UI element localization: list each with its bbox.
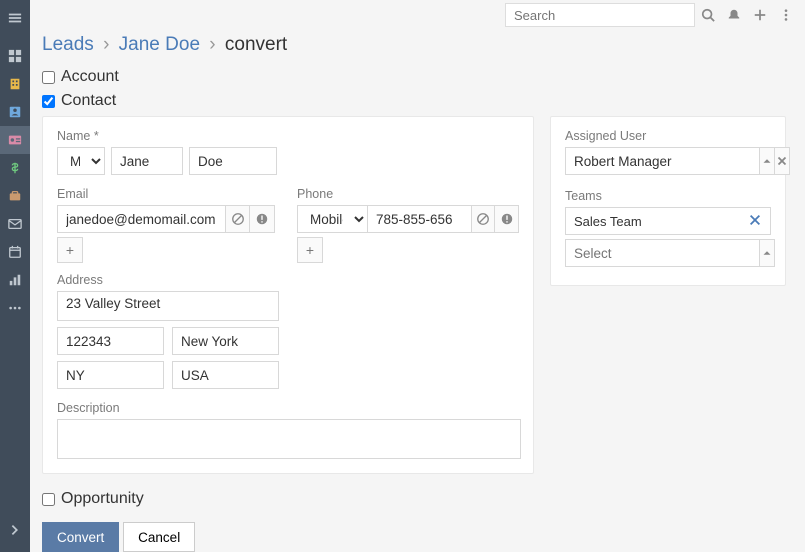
contact-panel: Name * Ms. Email +	[42, 116, 534, 474]
quick-create-icon[interactable]	[747, 3, 773, 27]
description-label: Description	[57, 401, 519, 415]
state-field[interactable]	[57, 361, 164, 389]
country-field[interactable]	[172, 361, 279, 389]
section-opportunity: Opportunity	[42, 490, 793, 508]
top-header	[30, 0, 805, 30]
description-field[interactable]	[57, 419, 521, 459]
notifications-icon[interactable]	[721, 3, 747, 27]
add-email-button[interactable]: +	[57, 237, 83, 263]
breadcrumb: Leads › Jane Doe › convert	[42, 34, 793, 56]
side-panel: Assigned User Teams Sales Team	[550, 116, 786, 286]
section-account: Account	[42, 68, 793, 86]
first-name-field[interactable]	[111, 147, 183, 175]
account-label: Account	[61, 68, 119, 86]
last-name-field[interactable]	[189, 147, 277, 175]
nav-dashboard-icon[interactable]	[0, 42, 30, 70]
menu-toggle-icon[interactable]	[0, 4, 30, 32]
name-label: Name *	[57, 129, 519, 143]
salutation-select[interactable]: Ms.	[57, 147, 105, 175]
header-menu-icon[interactable]	[773, 3, 799, 27]
breadcrumb-root[interactable]: Leads	[42, 34, 94, 55]
assigned-user-select-icon[interactable]	[759, 147, 775, 175]
phone-label: Phone	[297, 187, 519, 201]
sidebar-nav	[0, 0, 30, 552]
nav-contacts-icon[interactable]	[0, 98, 30, 126]
email-optout-icon[interactable]	[225, 205, 250, 233]
breadcrumb-record[interactable]: Jane Doe	[119, 34, 200, 55]
phone-optout-icon[interactable]	[471, 205, 495, 233]
search-icon[interactable]	[695, 3, 721, 27]
phone-invalid-icon[interactable]	[495, 205, 519, 233]
contact-checkbox[interactable]	[42, 95, 55, 108]
assigned-user-field[interactable]	[565, 147, 759, 175]
account-checkbox[interactable]	[42, 71, 55, 84]
nav-leads-icon[interactable]	[0, 126, 30, 154]
opportunity-label: Opportunity	[61, 490, 144, 508]
nav-cases-icon[interactable]	[0, 182, 30, 210]
phone-type-select[interactable]: Mobile	[297, 205, 367, 233]
search-input[interactable]	[505, 3, 695, 27]
convert-button[interactable]: Convert	[42, 522, 119, 552]
sidebar-expand-icon[interactable]	[0, 516, 30, 544]
team-tag: Sales Team	[565, 207, 771, 235]
nav-email-icon[interactable]	[0, 210, 30, 238]
add-phone-button[interactable]: +	[297, 237, 323, 263]
section-contact: Contact	[42, 92, 793, 110]
teams-label: Teams	[565, 189, 771, 203]
address-label: Address	[57, 273, 519, 287]
team-tag-label: Sales Team	[574, 214, 642, 229]
email-label: Email	[57, 187, 275, 201]
opportunity-checkbox[interactable]	[42, 493, 55, 506]
postal-field[interactable]	[57, 327, 164, 355]
nav-reports-icon[interactable]	[0, 266, 30, 294]
city-field[interactable]	[172, 327, 279, 355]
contact-label: Contact	[61, 92, 116, 110]
email-field[interactable]	[57, 205, 225, 233]
email-invalid-icon[interactable]	[250, 205, 275, 233]
nav-calendar-icon[interactable]	[0, 238, 30, 266]
team-remove-icon[interactable]	[748, 213, 762, 230]
teams-select-icon[interactable]	[759, 239, 775, 267]
teams-select-field[interactable]	[565, 239, 759, 267]
cancel-button[interactable]: Cancel	[123, 522, 195, 552]
nav-accounts-icon[interactable]	[0, 70, 30, 98]
assigned-user-label: Assigned User	[565, 129, 771, 143]
phone-field[interactable]	[367, 205, 471, 233]
nav-more-icon[interactable]	[0, 294, 30, 322]
street-field[interactable]: 23 Valley Street	[57, 291, 279, 321]
breadcrumb-action: convert	[225, 34, 287, 55]
nav-opportunities-icon[interactable]	[0, 154, 30, 182]
assigned-user-clear-icon[interactable]	[775, 147, 790, 175]
